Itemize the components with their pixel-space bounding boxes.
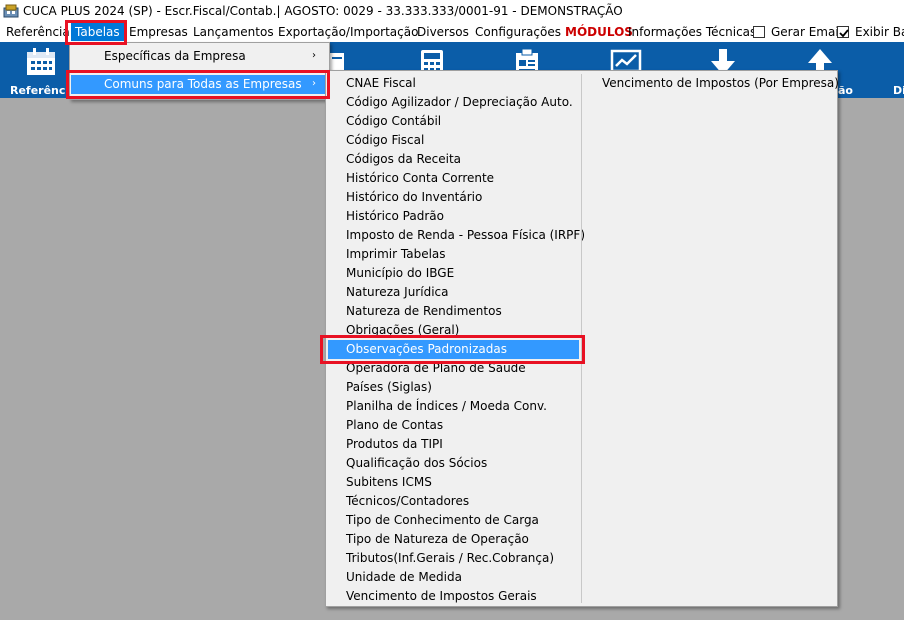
menu-unidade-de-medida[interactable]: Unidade de Medida [346, 568, 462, 587]
calendar-icon[interactable] [25, 47, 57, 77]
menu-historico-padrao[interactable]: Histórico Padrão [346, 207, 444, 226]
menu-tributos[interactable]: Tributos(Inf.Gerais / Rec.Cobrança) [346, 549, 554, 568]
menu-observacoes-padronizadas[interactable]: Observações Padronizadas [328, 340, 579, 359]
window-title: CUCA PLUS 2024 (SP) - Escr.Fiscal/Contab… [23, 4, 623, 18]
menu-municipio-do-ibge[interactable]: Município do IBGE [346, 264, 454, 283]
menu-cnae-fiscal[interactable]: CNAE Fiscal [346, 74, 416, 93]
menu-codigo-agilizador[interactable]: Código Agilizador / Depreciação Auto. [346, 93, 573, 112]
menu-tabelas[interactable]: Tabelas [71, 23, 124, 41]
menu-diversos[interactable]: Diversos [417, 23, 469, 41]
menu-configuracoes[interactable]: Configurações [475, 23, 561, 41]
exibir-barra-label[interactable]: Exibir Bar [855, 23, 904, 41]
tabelas-dropdown: Específicas da Empresa › Comuns para Tod… [69, 42, 330, 100]
menu-historico-conta-corrente[interactable]: Histórico Conta Corrente [346, 169, 494, 188]
menu-bar: Referência Tabelas Empresas Lançamentos … [0, 22, 904, 42]
menu-qualificacao-dos-socios[interactable]: Qualificação dos Sócios [346, 454, 487, 473]
menu-plano-de-contas[interactable]: Plano de Contas [346, 416, 443, 435]
submenu-arrow-icon: › [312, 78, 316, 89]
menu-tecnicos-contadores[interactable]: Técnicos/Contadores [346, 492, 469, 511]
menu-tipo-de-conhecimento-de-carga[interactable]: Tipo de Conhecimento de Carga [346, 511, 539, 530]
column-separator [581, 74, 582, 603]
toolbar-label-partial-2[interactable]: Di [893, 84, 904, 97]
gerar-email-checkbox[interactable] [753, 26, 765, 38]
menu-lancamentos[interactable]: Lançamentos [193, 23, 274, 41]
menu-vencimento-de-impostos-por-empresa[interactable]: Vencimento de Impostos (Por Empresa) [602, 74, 839, 93]
submenu-arrow-icon: › [312, 50, 316, 61]
menu-operadora-de-plano-de-saude[interactable]: Operadora de Plano de Saúde [346, 359, 526, 378]
menu-planilha-de-indices[interactable]: Planilha de Índices / Moeda Conv. [346, 397, 547, 416]
menu-produtos-da-tipi[interactable]: Produtos da TIPI [346, 435, 443, 454]
check-icon [839, 29, 849, 38]
menu-historico-do-inventario[interactable]: Histórico do Inventário [346, 188, 482, 207]
menu-natureza-de-rendimentos[interactable]: Natureza de Rendimentos [346, 302, 502, 321]
menu-empresas[interactable]: Empresas [129, 23, 188, 41]
menu-codigo-contabil[interactable]: Código Contábil [346, 112, 441, 131]
menu-imposto-de-renda-irpf[interactable]: Imposto de Renda - Pessoa Física (IRPF) [346, 226, 585, 245]
menu-subitens-icms[interactable]: Subitens ICMS [346, 473, 432, 492]
menu-codigos-da-receita[interactable]: Códigos da Receita [346, 150, 461, 169]
menu-comuns-para-todas-as-empresas[interactable]: Comuns para Todas as Empresas [71, 75, 328, 94]
toolbar-referencia-label[interactable]: Referênci [10, 84, 69, 97]
app-icon [3, 4, 19, 18]
menu-especificas-da-empresa[interactable]: Específicas da Empresa [104, 47, 246, 66]
menu-tipo-de-natureza-de-operacao[interactable]: Tipo de Natureza de Operação [346, 530, 529, 549]
menu-exportacao-importacao[interactable]: Exportação/Importação [278, 23, 418, 41]
gerar-email-label[interactable]: Gerar Email [771, 23, 842, 41]
menu-obrigacoes-geral[interactable]: Obrigações (Geral) [346, 321, 459, 340]
menu-paises-siglas[interactable]: Países (Siglas) [346, 378, 432, 397]
toolbar-label-partial[interactable]: ão [838, 84, 853, 97]
comuns-submenu: CNAE Fiscal Código Agilizador / Deprecia… [325, 70, 839, 607]
menu-modulos[interactable]: MÓDULOS [565, 23, 633, 41]
menu-vencimento-de-impostos-gerais[interactable]: Vencimento de Impostos Gerais [346, 587, 537, 606]
exibir-barra-checkbox[interactable] [837, 26, 849, 38]
menu-imprimir-tabelas[interactable]: Imprimir Tabelas [346, 245, 446, 264]
menu-natureza-juridica[interactable]: Natureza Jurídica [346, 283, 448, 302]
menu-informacoes-tecnicas[interactable]: Informações Técnicas [628, 23, 756, 41]
menu-referencia[interactable]: Referência [6, 23, 70, 41]
menu-codigo-fiscal[interactable]: Código Fiscal [346, 131, 424, 150]
title-bar: CUCA PLUS 2024 (SP) - Escr.Fiscal/Contab… [0, 0, 904, 22]
